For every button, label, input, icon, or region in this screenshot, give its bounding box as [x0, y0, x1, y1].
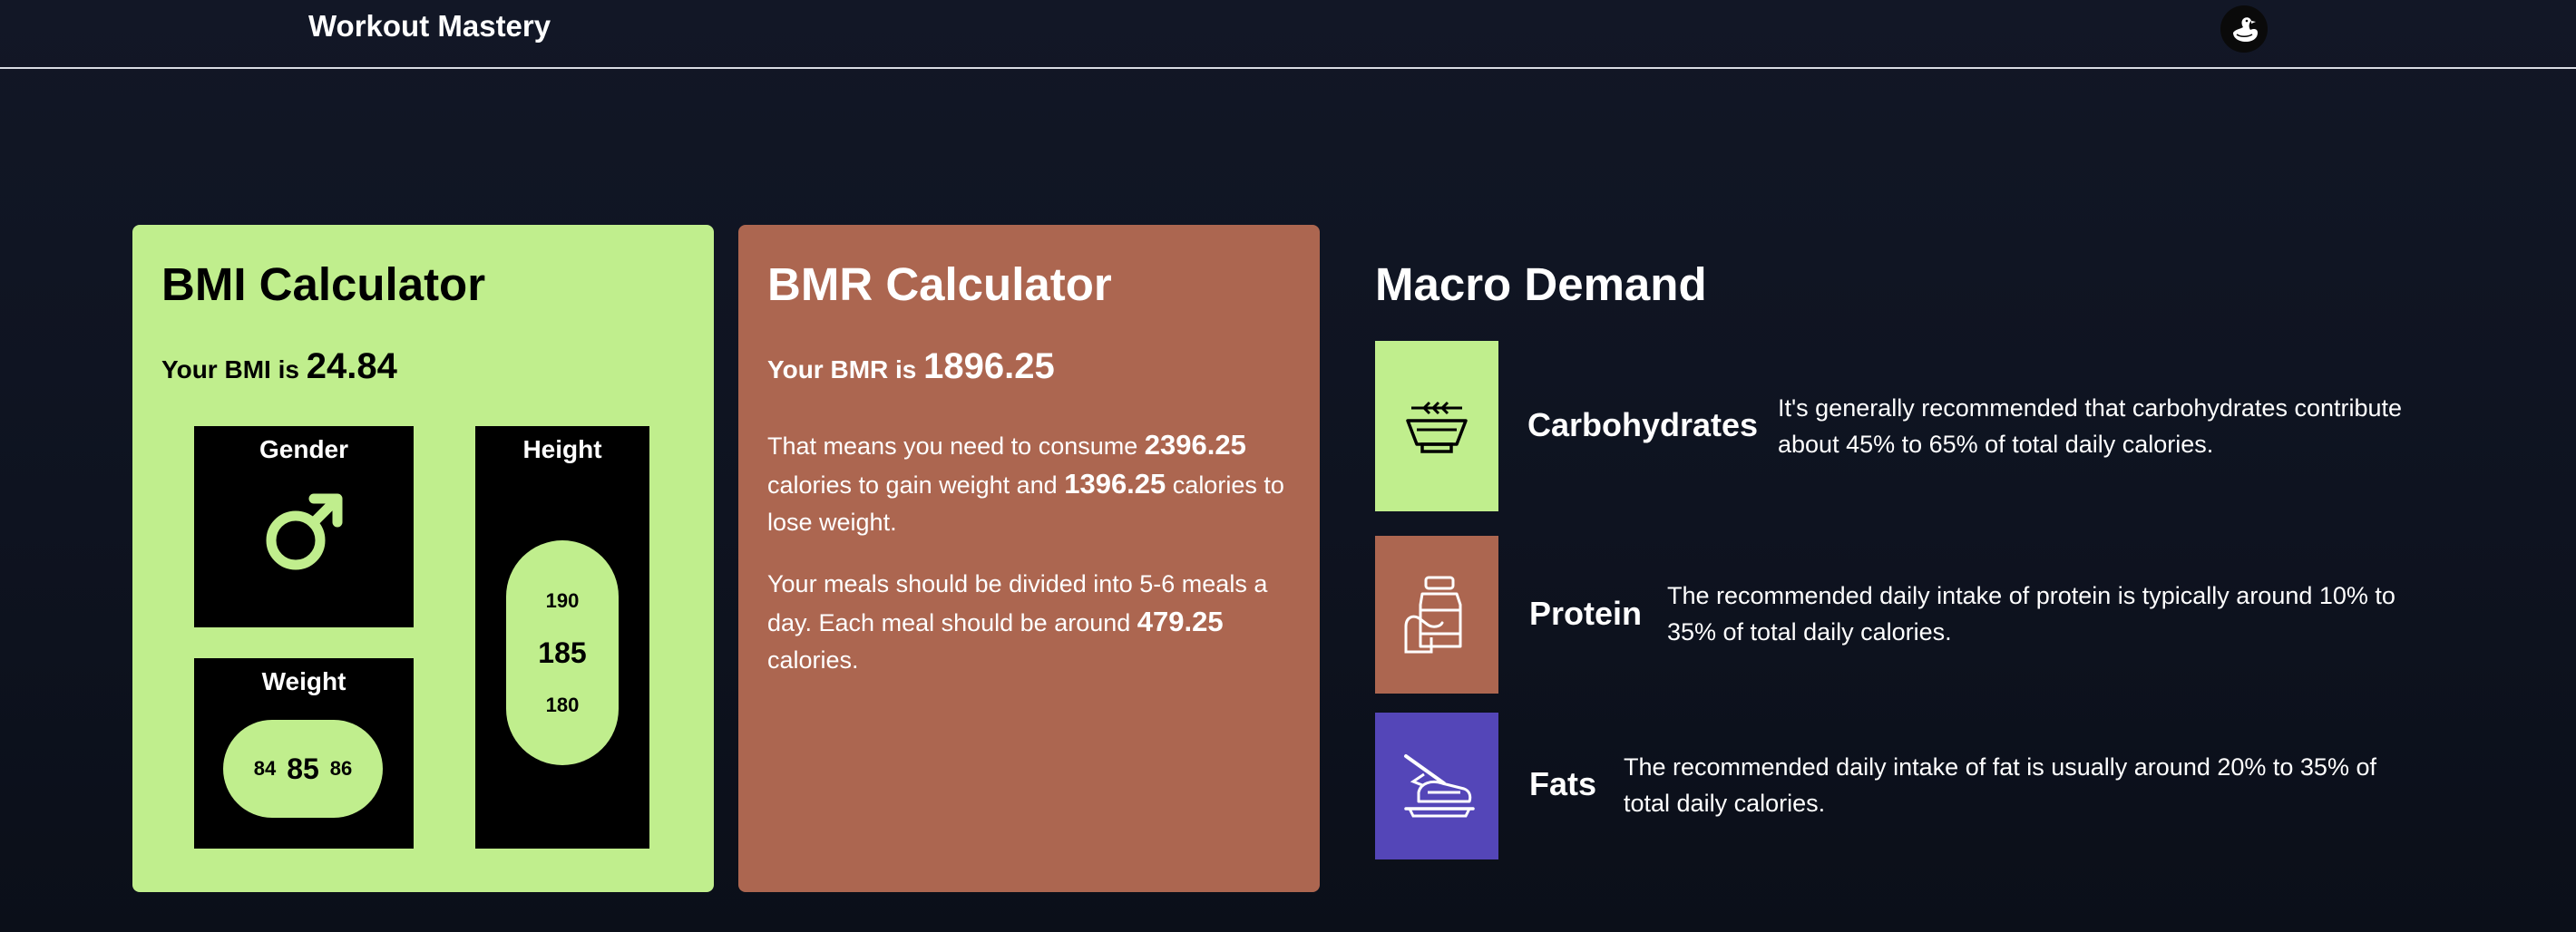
duck-icon — [2233, 17, 2258, 42]
weight-current-value[interactable]: 85 — [287, 752, 319, 786]
weight-selector: Weight 84 85 86 — [194, 658, 414, 849]
weight-picker[interactable]: 84 85 86 — [223, 720, 383, 818]
bmr-result-label: Your BMR is — [767, 355, 917, 383]
bmr-result: Your BMR is 1896.25 — [767, 346, 1055, 387]
male-icon[interactable] — [259, 486, 350, 577]
meal-advice: Your meals should be divided into 5-6 me… — [767, 566, 1293, 679]
weight-label: Weight — [261, 667, 346, 695]
height-current-value[interactable]: 185 — [538, 636, 586, 670]
protein-jar-icon — [1404, 576, 1462, 654]
meal-calories-value: 479.25 — [1137, 606, 1224, 637]
calorie-advice-text-b: calories to gain weight and — [767, 471, 1058, 499]
protein-description: The recommended daily intake of protein … — [1667, 582, 2395, 646]
bmi-card: BMI Calculator Your BMI is 24.84 Gender … — [132, 225, 714, 892]
gender-selector[interactable]: Gender — [194, 426, 414, 627]
calorie-advice: That means you need to consume 2396.25 c… — [767, 426, 1293, 541]
fats-name: Fats — [1529, 765, 1597, 802]
bmi-result-label: Your BMI is — [161, 355, 299, 383]
brand-title[interactable]: Workout Mastery — [308, 9, 551, 44]
height-above-value[interactable]: 190 — [546, 589, 580, 613]
height-label: Height — [522, 435, 602, 463]
height-below-value[interactable]: 180 — [546, 694, 580, 717]
carbs-icon-box — [1375, 341, 1498, 511]
user-avatar[interactable] — [2220, 5, 2268, 53]
gender-label: Gender — [259, 435, 349, 463]
macro-title: Macro Demand — [1375, 258, 1707, 310]
protein-icon-box — [1375, 536, 1498, 694]
carbs-description: It's generally recommended that carbohyd… — [1778, 394, 2403, 458]
bmi-result: Your BMI is 24.84 — [161, 346, 397, 387]
bmi-title: BMI Calculator — [161, 258, 486, 310]
bmr-card: BMR Calculator Your BMR is 1896.25 That … — [738, 225, 1320, 892]
weight-next-value[interactable]: 86 — [330, 757, 352, 781]
height-picker[interactable]: 190 185 180 — [506, 540, 619, 765]
fats-icon-box — [1375, 713, 1498, 859]
fats-description: The recommended daily intake of fat is u… — [1624, 753, 2376, 817]
bmi-result-value: 24.84 — [306, 346, 397, 386]
protein-name: Protein — [1529, 595, 1643, 632]
calorie-advice-text-a: That means you need to consume — [767, 432, 1138, 460]
weight-prev-value[interactable]: 84 — [254, 757, 276, 781]
meal-advice-text-b: calories. — [767, 646, 859, 674]
bmr-title: BMR Calculator — [767, 258, 1112, 310]
grain-bowl-icon — [1406, 401, 1468, 453]
navbar: Workout Mastery — [0, 0, 2576, 69]
gain-calories-value: 2396.25 — [1144, 429, 1246, 461]
carbs-name: Carbohydrates — [1527, 406, 1759, 443]
butter-icon — [1404, 754, 1475, 818]
bmr-result-value: 1896.25 — [923, 346, 1055, 386]
lose-calories-value: 1396.25 — [1064, 468, 1166, 500]
height-selector: Height 190 185 180 — [475, 426, 649, 849]
